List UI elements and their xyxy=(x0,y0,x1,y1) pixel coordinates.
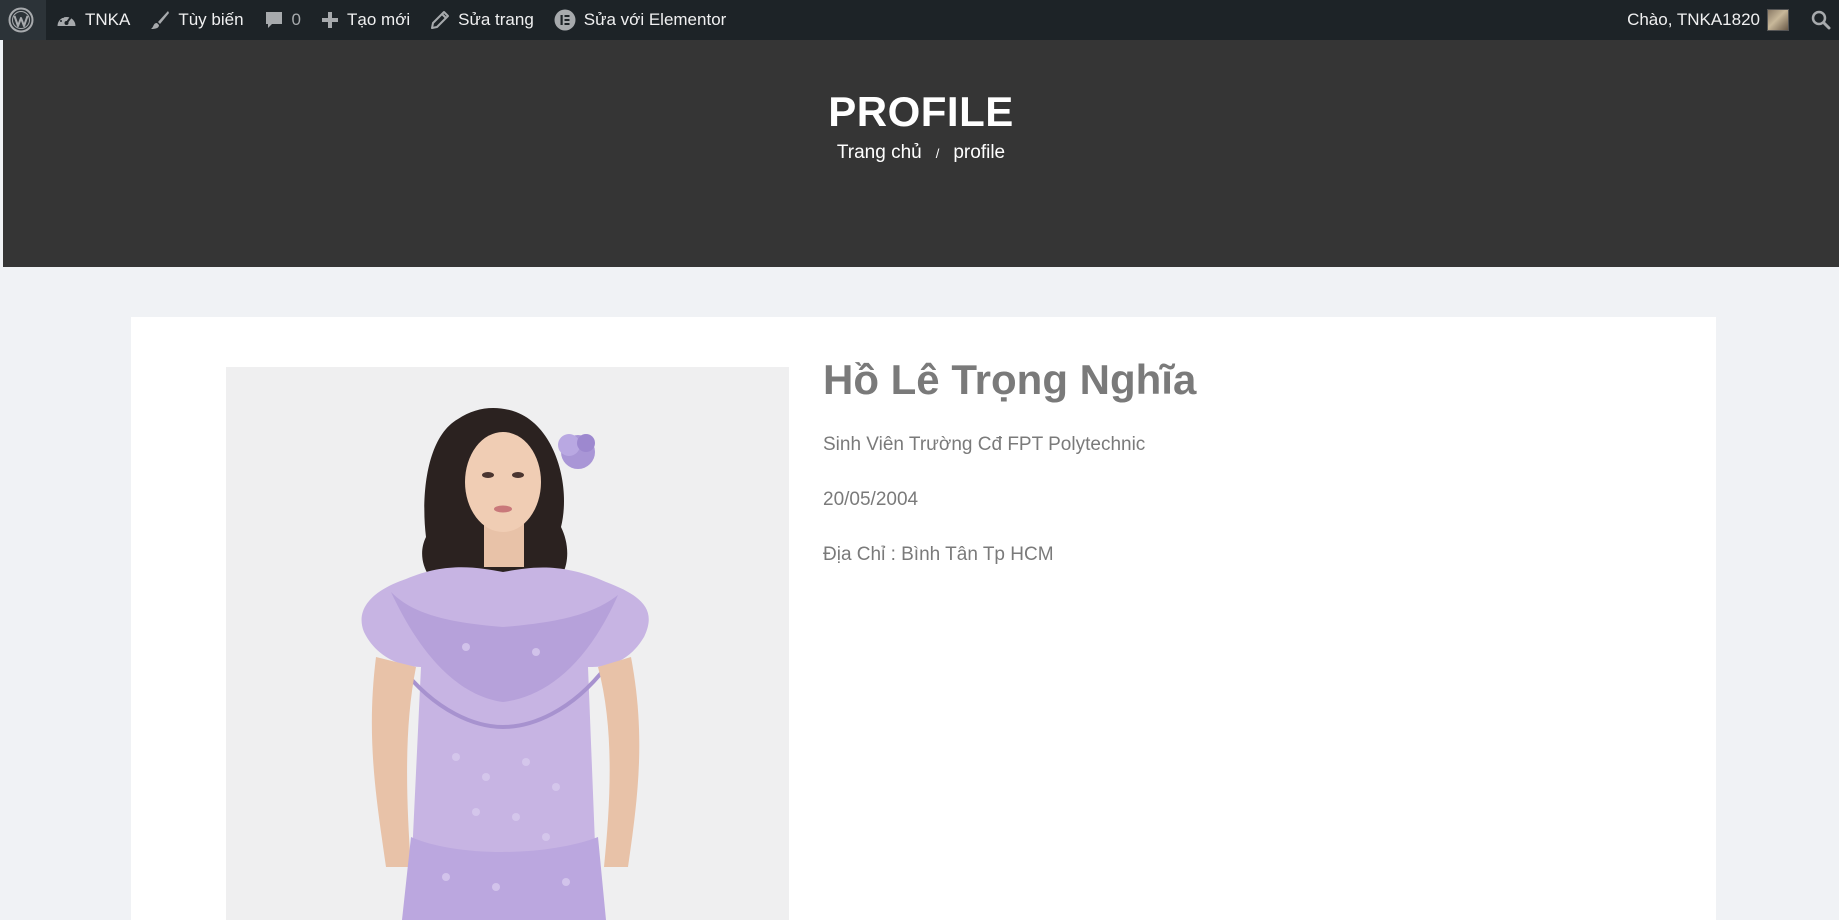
profile-name: Hồ Lê Trọng Nghĩa xyxy=(823,356,1197,403)
new-content-menu[interactable]: Tạo mới xyxy=(311,0,420,40)
pencil-icon xyxy=(430,10,450,30)
breadcrumb-current: profile xyxy=(953,142,1006,163)
comment-bubble-icon xyxy=(264,10,284,30)
customize-label: Tùy biến xyxy=(178,10,244,29)
breadcrumb: Trang chủ / profile xyxy=(3,142,1839,164)
customize-link[interactable]: Tùy biến xyxy=(140,0,253,40)
greeting-label: Chào, TNKA1820 xyxy=(1627,10,1760,29)
edit-with-elementor-link[interactable]: Sửa với Elementor xyxy=(544,0,737,40)
plus-icon xyxy=(321,11,339,29)
profile-address: Địa Chỉ : Bình Tân Tp HCM xyxy=(823,543,1054,565)
profile-card: Hồ Lê Trọng Nghĩa Sinh Viên Trường Cđ FP… xyxy=(131,317,1716,920)
site-name-label: TNKA xyxy=(85,10,131,29)
breadcrumb-home-link[interactable]: Trang chủ xyxy=(837,142,922,164)
page-header: PROFILE Trang chủ / profile xyxy=(3,40,1839,267)
paintbrush-icon xyxy=(150,10,170,30)
page-title: PROFILE xyxy=(828,88,1014,135)
search-icon xyxy=(1811,10,1831,30)
elementor-icon xyxy=(554,9,576,31)
admin-bar-left: TNKA Tùy biến 0 Tạo mới Sửa trang Sửa vớ… xyxy=(0,0,736,40)
profile-birthdate: 20/05/2004 xyxy=(823,489,919,511)
edit-page-link[interactable]: Sửa trang xyxy=(420,0,544,40)
profile-school: Sinh Viên Trường Cđ FPT Polytechnic xyxy=(823,434,1146,456)
wordpress-logo-icon xyxy=(8,7,34,33)
elementor-label: Sửa với Elementor xyxy=(583,10,727,29)
profile-info: Hồ Lê Trọng Nghĩa Sinh Viên Trường Cđ FP… xyxy=(823,355,1643,567)
my-account-menu[interactable]: Chào, TNKA1820 xyxy=(1617,0,1799,40)
admin-bar-right: Chào, TNKA1820 xyxy=(1617,0,1839,40)
wordpress-menu[interactable] xyxy=(0,0,46,40)
new-content-label: Tạo mới xyxy=(347,10,411,29)
comments-count: 0 xyxy=(291,10,302,29)
edit-page-label: Sửa trang xyxy=(458,10,534,29)
avatar xyxy=(1767,9,1789,31)
breadcrumb-separator: / xyxy=(935,146,940,161)
profile-photo xyxy=(226,367,789,920)
dashboard-gauge-icon xyxy=(56,11,77,29)
search-button[interactable] xyxy=(1799,0,1839,40)
wp-admin-bar: TNKA Tùy biến 0 Tạo mới Sửa trang Sửa vớ… xyxy=(0,0,1839,40)
site-name-menu[interactable]: TNKA xyxy=(46,0,140,40)
comments-link[interactable]: 0 xyxy=(254,0,311,40)
